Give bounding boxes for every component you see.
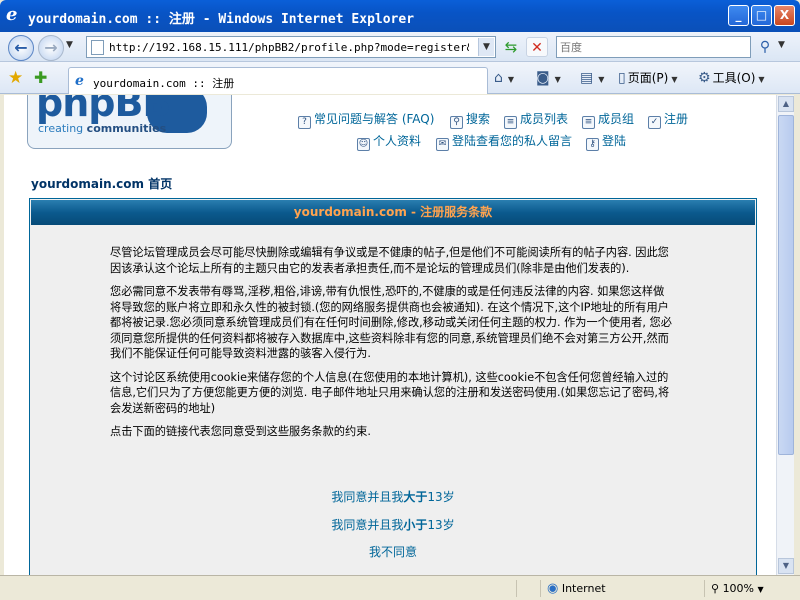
tab-bar: ★ ✚ e yourdomain.com :: 注册 ⌂ ▼ ◙ ▼ ▤ ▼ ▯ 页面(… bbox=[0, 62, 800, 94]
terms-paragraph: 这个讨论区系统使用cookie来储存您的个人信息(在您使用的本地计算机), 这些… bbox=[110, 370, 670, 415]
printer-icon: ▤ bbox=[580, 70, 594, 86]
page-menu-label: 页面(P) bbox=[627, 71, 669, 85]
globe-icon: ◉ bbox=[547, 581, 559, 596]
refresh-icon: ⇆ bbox=[504, 38, 518, 56]
scroll-up-arrow[interactable]: ▲ bbox=[778, 96, 794, 112]
home-icon: ⌂ bbox=[494, 70, 503, 86]
private-messages-link[interactable]: ✉ 登陆查看您的私人留言 bbox=[436, 132, 572, 151]
agree-over-13-link[interactable]: 我同意并且我大于13岁 bbox=[30, 488, 756, 505]
groups-link[interactable]: ≡ 成员组 bbox=[582, 110, 634, 129]
home-button[interactable]: ⌂ ▼ bbox=[494, 68, 514, 88]
profile-link[interactable]: ☺ 个人资料 bbox=[357, 132, 421, 151]
stop-icon: ✕ bbox=[531, 40, 543, 56]
rss-icon: ◙ bbox=[536, 70, 550, 86]
terms-panel: yourdomain.com - 注册服务条款 尽管论坛管理成员会尽可能尽快删除… bbox=[29, 198, 757, 575]
logo-text: phpBB bbox=[36, 95, 171, 125]
ie-tab-icon: e bbox=[75, 73, 84, 89]
checkmark-icon: ✓ bbox=[648, 116, 661, 129]
terms-text: 尽管论坛管理成员会尽可能尽快删除或编辑有争议或是不健康的帖子,但是他们不可能阅读… bbox=[110, 245, 673, 448]
page-viewport: phpBB creating communities ? 常见问题与解答 (FAQ… bbox=[4, 95, 776, 575]
user-icon: ☺ bbox=[357, 138, 370, 151]
zoom-level: 100% bbox=[722, 582, 755, 595]
zoom-icon: ⚲ bbox=[711, 582, 720, 595]
phpbb-logo[interactable]: phpBB creating communities bbox=[27, 95, 232, 149]
magnifier-icon: ⚲ bbox=[759, 39, 771, 55]
groups-icon: ≡ bbox=[582, 116, 595, 129]
terms-paragraph: 您必需同意不发表带有辱骂,淫秽,粗俗,诽谤,带有仇恨性,恐吓的,不健康的或是任何… bbox=[110, 285, 672, 360]
tab-label: yourdomain.com :: 注册 bbox=[93, 77, 235, 90]
forum-home-link[interactable]: yourdomain.com 首页 bbox=[31, 175, 172, 192]
terms-paragraph: 尽管论坛管理成员会尽可能尽快删除或编辑有争议或是不健康的帖子,但是他们不可能阅读… bbox=[110, 246, 669, 275]
search-input[interactable] bbox=[560, 40, 745, 55]
address-bar[interactable]: ▼ bbox=[86, 36, 496, 58]
login-link[interactable]: ⚷ 登陆 bbox=[586, 132, 626, 151]
search-icon: ⚲ bbox=[450, 116, 463, 129]
stop-button[interactable]: ✕ bbox=[526, 37, 548, 57]
navigation-bar: ← → ▼ ▼ ⇆ ✕ ⚲ ▼ bbox=[0, 32, 800, 62]
panel-title: yourdomain.com - 注册服务条款 bbox=[31, 200, 755, 225]
page-menu[interactable]: ▯ 页面(P) ▼ bbox=[618, 68, 677, 88]
search-button[interactable]: ⚲ bbox=[754, 37, 776, 57]
search-options-dropdown[interactable]: ▼ bbox=[778, 40, 785, 50]
scroll-thumb[interactable] bbox=[778, 115, 794, 455]
title-bar[interactable]: e yourdomain.com :: 注册 - Windows Interne… bbox=[0, 0, 800, 32]
vertical-scrollbar[interactable]: ▲ ▼ bbox=[776, 95, 794, 575]
arrow-left-icon: ← bbox=[14, 38, 28, 57]
status-bar: ◉ Internet ⚲ 100% ▼ bbox=[0, 575, 800, 600]
minimize-button[interactable]: _ bbox=[728, 5, 749, 26]
agree-under-13-link[interactable]: 我同意并且我小于13岁 bbox=[30, 516, 756, 533]
arrow-right-icon: → bbox=[44, 38, 58, 57]
favorites-star-icon[interactable]: ★ bbox=[8, 68, 23, 88]
zoom-control[interactable]: ⚲ 100% ▼ bbox=[704, 580, 794, 597]
address-input[interactable] bbox=[109, 39, 469, 55]
back-button[interactable]: ← bbox=[8, 35, 34, 61]
maximize-button[interactable]: □ bbox=[751, 5, 772, 26]
memberlist-link[interactable]: ≡ 成员列表 bbox=[504, 110, 568, 129]
add-favorite-icon[interactable]: ✚ bbox=[34, 68, 47, 87]
tools-menu[interactable]: ⚙ 工具(O) ▼ bbox=[698, 68, 765, 88]
disagree-link[interactable]: 我不同意 bbox=[30, 543, 756, 560]
faq-link[interactable]: ? 常见问题与解答 (FAQ) bbox=[298, 110, 434, 129]
question-icon: ? bbox=[298, 116, 311, 129]
print-button[interactable]: ▤ ▼ bbox=[580, 68, 604, 88]
page-icon: ▯ bbox=[618, 70, 626, 86]
tools-menu-label: 工具(O) bbox=[712, 71, 756, 85]
register-link[interactable]: ✓ 注册 bbox=[648, 110, 688, 129]
forward-button[interactable]: → bbox=[38, 35, 64, 61]
logo-tagline: creating communities bbox=[38, 122, 167, 135]
tab-active[interactable]: e yourdomain.com :: 注册 bbox=[68, 67, 488, 94]
address-dropdown[interactable]: ▼ bbox=[478, 38, 494, 56]
window-title: yourdomain.com :: 注册 - Windows Internet … bbox=[28, 12, 415, 27]
close-button[interactable]: X bbox=[774, 5, 795, 26]
ie-window: e yourdomain.com :: 注册 - Windows Interne… bbox=[0, 0, 800, 600]
page-icon bbox=[91, 40, 104, 55]
search-box[interactable] bbox=[556, 36, 751, 58]
list-icon: ≡ bbox=[504, 116, 517, 129]
feeds-button[interactable]: ◙ ▼ bbox=[536, 68, 561, 88]
envelope-icon: ✉ bbox=[436, 138, 449, 151]
gear-icon: ⚙ bbox=[698, 70, 711, 86]
terms-paragraph: 点击下面的链接代表您同意受到这些服务条款的约束. bbox=[110, 425, 371, 438]
status-lock-segment bbox=[516, 580, 538, 597]
recent-pages-dropdown[interactable]: ▼ bbox=[66, 40, 73, 50]
zone-label: Internet bbox=[561, 582, 606, 595]
search-link[interactable]: ⚲ 搜索 bbox=[450, 110, 490, 129]
refresh-button[interactable]: ⇆ bbox=[500, 37, 522, 57]
security-zone[interactable]: ◉ Internet bbox=[540, 580, 700, 597]
scroll-down-arrow[interactable]: ▼ bbox=[778, 558, 794, 574]
ie-logo-icon: e bbox=[6, 4, 18, 25]
key-icon: ⚷ bbox=[586, 138, 599, 151]
